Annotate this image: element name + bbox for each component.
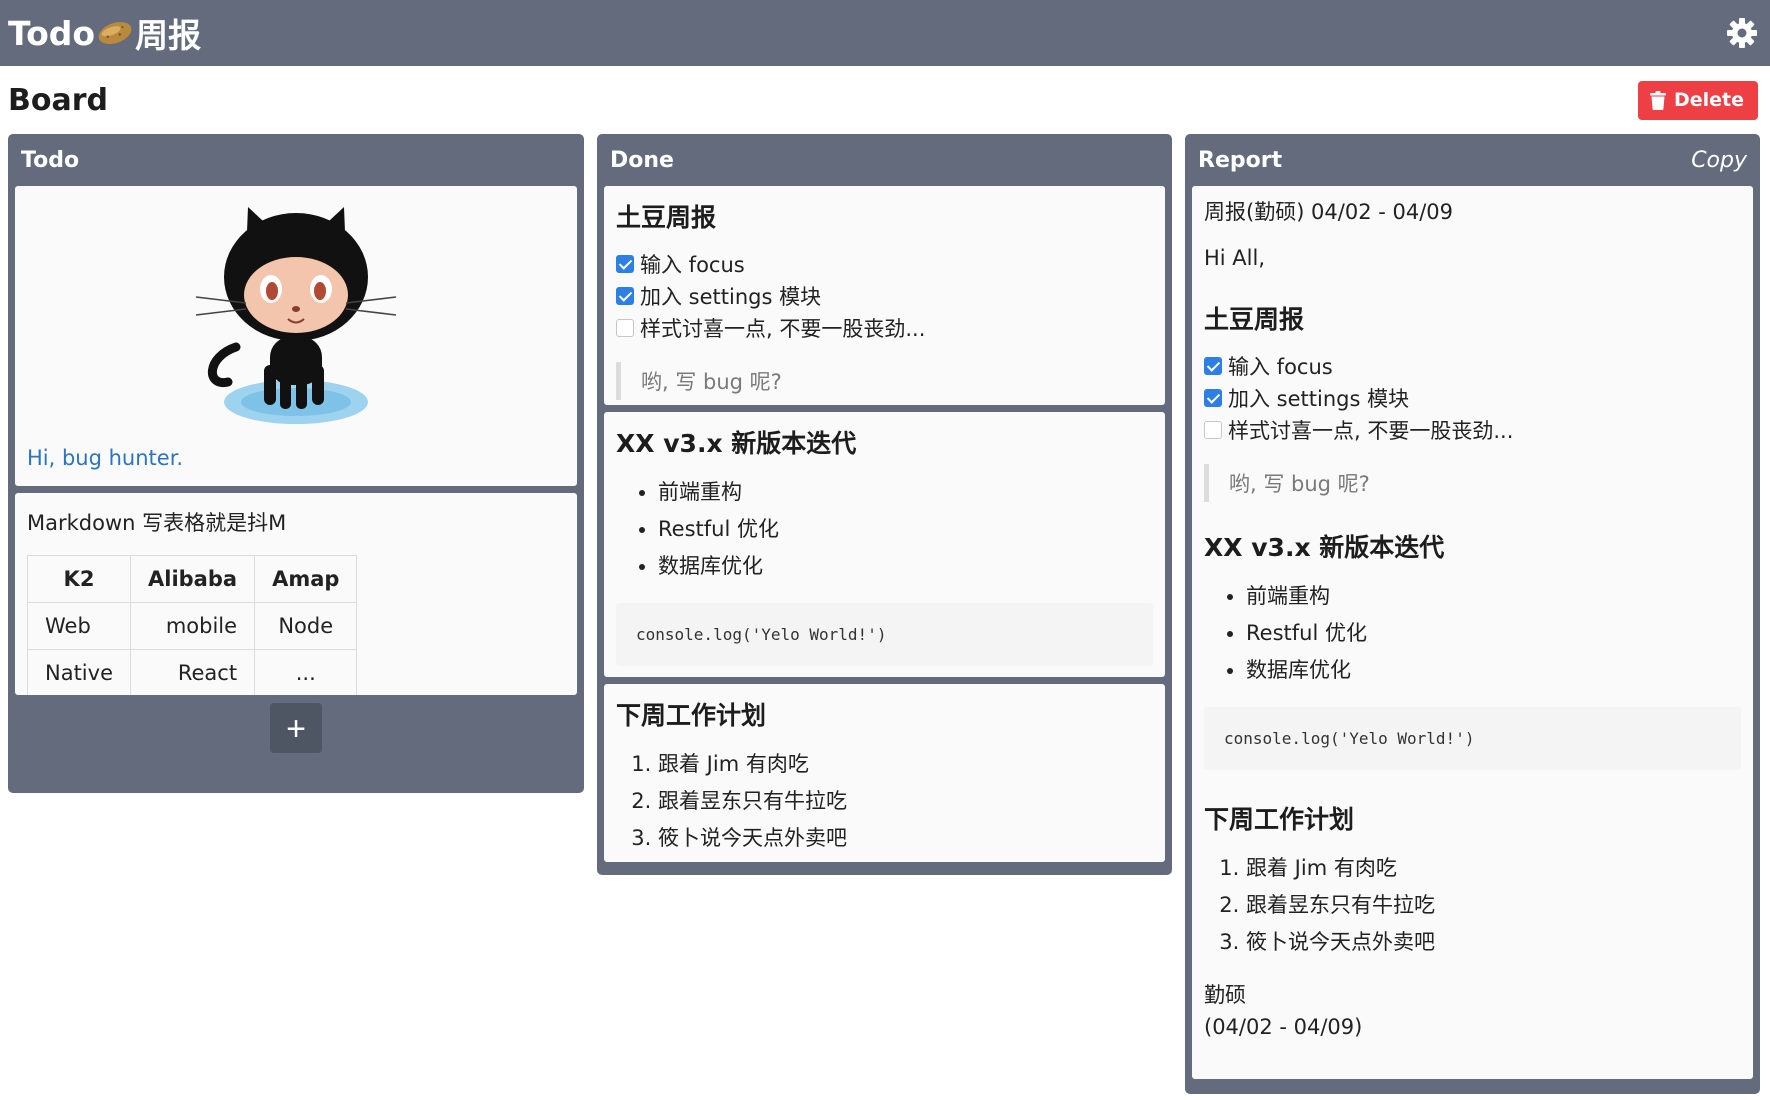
column-header: Done xyxy=(604,134,1165,186)
section-title: XX v3.x 新版本迭代 xyxy=(1204,533,1445,562)
blockquote: 哟, 写 bug 呢? xyxy=(616,362,1153,400)
table-header-row: K2 Alibaba Amap xyxy=(27,555,358,603)
todo-card-image[interactable]: Hi, bug hunter. xyxy=(15,186,577,486)
report-greeting: Hi All, xyxy=(1204,246,1266,270)
table-row: Web mobile Node xyxy=(27,602,358,650)
list-item: 数据库优化 xyxy=(1246,652,1741,689)
list-item: Restful 优化 xyxy=(1246,615,1741,652)
column-report: Report Copy 周报(勤硕) 04/02 - 04/09 Hi All,… xyxy=(1185,134,1760,1094)
check-label: 输入 focus xyxy=(640,253,745,277)
check-label: 加入 settings 模块 xyxy=(1228,387,1410,411)
ordered-list: 跟着 Jim 有肉吃 跟着昱东只有牛拉吃 筱卜说今天点外卖吧 xyxy=(1204,850,1741,961)
app-title: Todo 周报 xyxy=(8,9,201,57)
page-title: Board xyxy=(8,82,108,118)
check-item: 加入 settings 模块 xyxy=(1204,382,1741,414)
table-cell: Native xyxy=(27,649,131,695)
ordered-list: 跟着 Jim 有肉吃 跟着昱东只有牛拉吃 筱卜说今天点外卖吧 xyxy=(616,746,1153,857)
checkbox-checked[interactable] xyxy=(616,287,634,305)
list-item: 跟着昱东只有牛拉吃 xyxy=(658,783,1153,820)
checkbox-unchecked[interactable] xyxy=(616,319,634,337)
check-item: 样式讨喜一点, 不要一股丧劲... xyxy=(1204,414,1741,446)
add-card-row: + xyxy=(15,703,577,753)
trash-icon xyxy=(1649,90,1666,110)
checkbox-checked[interactable] xyxy=(616,255,634,273)
blockquote: 哟, 写 bug 呢? xyxy=(1204,464,1741,502)
check-item: 加入 settings 模块 xyxy=(616,280,1153,312)
report-content[interactable]: 周报(勤硕) 04/02 - 04/09 Hi All, 土豆周报 输入 foc… xyxy=(1192,186,1753,1079)
check-list: 输入 focus 加入 settings 模块 样式讨喜一点, 不要一股丧劲..… xyxy=(1204,350,1741,446)
column-header: Report Copy xyxy=(1192,134,1753,186)
list-item: 前端重构 xyxy=(1246,578,1741,615)
check-item: 输入 focus xyxy=(616,248,1153,280)
table-header-cell: Alibaba xyxy=(129,555,256,603)
signature-date: (04/02 - 04/09) xyxy=(1204,1015,1363,1039)
table-header-cell: K2 xyxy=(27,555,131,603)
check-item: 输入 focus xyxy=(1204,350,1741,382)
code-block: console.log('Yelo World!') xyxy=(616,603,1153,666)
checkbox-checked[interactable] xyxy=(1204,389,1222,407)
check-label: 输入 focus xyxy=(1228,355,1333,379)
hi-bug-hunter-link[interactable]: Hi, bug hunter. xyxy=(27,446,565,470)
app-title-suffix: 周报 xyxy=(135,16,202,55)
check-label: 样式讨喜一点, 不要一股丧劲... xyxy=(1228,419,1514,443)
check-label: 加入 settings 模块 xyxy=(640,285,822,309)
board-header: Board Delete xyxy=(0,66,1770,134)
octocat-image xyxy=(27,192,565,442)
section-title: 下周工作计划 xyxy=(1204,805,1355,834)
list-item: 跟着昱东只有牛拉吃 xyxy=(1246,887,1741,924)
table-row: Native React ... xyxy=(27,649,358,695)
done-card-potato-report[interactable]: 土豆周报 输入 focus 加入 settings 模块 样式讨喜一点, 不要一… xyxy=(604,186,1165,405)
list-item: 跟着 Jim 有肉吃 xyxy=(658,746,1153,783)
octocat-icon xyxy=(195,207,397,424)
column-title: Todo xyxy=(21,147,80,173)
markdown-table: K2 Alibaba Amap Web mobile Node Native R… xyxy=(27,555,358,695)
delete-button-label: Delete xyxy=(1673,89,1744,111)
gear-icon[interactable] xyxy=(1726,17,1758,49)
column-header: Todo xyxy=(15,134,577,186)
signature-name: 勤硕 xyxy=(1204,983,1246,1007)
done-card-next-week-plan[interactable]: 下周工作计划 跟着 Jim 有肉吃 跟着昱东只有牛拉吃 筱卜说今天点外卖吧 xyxy=(604,684,1165,862)
column-title: Done xyxy=(610,147,674,173)
copy-button[interactable]: Copy xyxy=(1691,148,1747,173)
section-title: 土豆周报 xyxy=(1204,305,1305,334)
card-title: XX v3.x 新版本迭代 xyxy=(616,429,857,458)
card-title: Markdown 写表格就是抖M xyxy=(27,511,287,535)
table-cell: mobile xyxy=(129,602,256,650)
card-title: 土豆周报 xyxy=(616,203,717,232)
check-item: 样式讨喜一点, 不要一股丧劲... xyxy=(616,312,1153,344)
check-list: 输入 focus 加入 settings 模块 样式讨喜一点, 不要一股丧劲..… xyxy=(616,248,1153,344)
table-cell: React xyxy=(129,649,256,695)
code-block: console.log('Yelo World!') xyxy=(1204,707,1741,770)
table-header-cell: Amap xyxy=(254,555,358,603)
checkbox-checked[interactable] xyxy=(1204,357,1222,375)
checkbox-unchecked[interactable] xyxy=(1204,421,1222,439)
list-item: 筱卜说今天点外卖吧 xyxy=(658,820,1153,857)
top-bar: Todo 周报 xyxy=(0,0,1770,66)
done-card-version-iteration[interactable]: XX v3.x 新版本迭代 前端重构 Restful 优化 数据库优化 cons… xyxy=(604,412,1165,677)
delete-button[interactable]: Delete xyxy=(1637,80,1758,120)
table-cell: Web xyxy=(27,602,131,650)
column-todo: Todo Hi, bug hunter. Markdown 写表格就是抖M K2… xyxy=(8,134,584,793)
potato-icon xyxy=(98,21,132,45)
bullet-list: 前端重构 Restful 优化 数据库优化 xyxy=(616,474,1153,585)
check-label: 样式讨喜一点, 不要一股丧劲... xyxy=(640,317,926,341)
list-item: 数据库优化 xyxy=(658,548,1153,585)
report-heading-line: 周报(勤硕) 04/02 - 04/09 xyxy=(1204,200,1454,224)
table-cell: ... xyxy=(254,649,358,695)
table-cell: Node xyxy=(254,602,358,650)
add-card-button[interactable]: + xyxy=(270,703,322,753)
list-item: 筱卜说今天点外卖吧 xyxy=(1246,924,1741,961)
app-title-prefix: Todo xyxy=(8,13,96,53)
column-title: Report xyxy=(1198,147,1283,173)
todo-card-table[interactable]: Markdown 写表格就是抖M K2 Alibaba Amap Web mob… xyxy=(15,493,577,695)
list-item: 前端重构 xyxy=(658,474,1153,511)
list-item: 跟着 Jim 有肉吃 xyxy=(1246,850,1741,887)
card-title: 下周工作计划 xyxy=(616,701,767,730)
column-done: Done 土豆周报 输入 focus 加入 settings 模块 样式讨喜一点… xyxy=(597,134,1172,875)
bullet-list: 前端重构 Restful 优化 数据库优化 xyxy=(1204,578,1741,689)
list-item: Restful 优化 xyxy=(658,511,1153,548)
